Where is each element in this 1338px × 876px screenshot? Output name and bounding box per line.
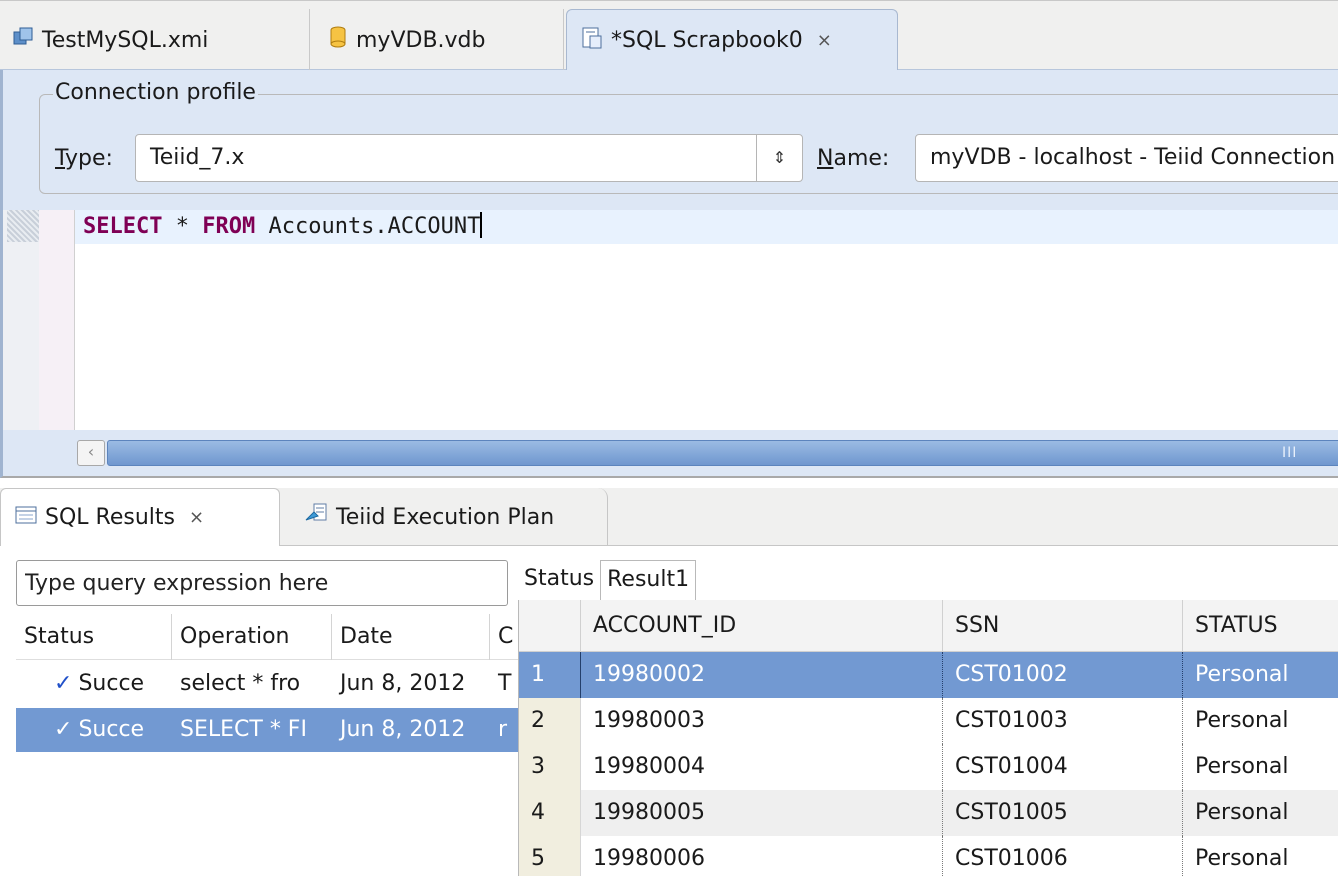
execution-plan-icon xyxy=(304,502,328,532)
column-header-status[interactable]: STATUS xyxy=(1183,600,1338,652)
tab-result1[interactable]: Result1 xyxy=(600,560,697,600)
sql-star: * xyxy=(175,214,189,239)
editor-horizontal-scrollbar[interactable]: ‹ III xyxy=(0,430,1338,478)
sql-editor[interactable]: SELECT * FROM Accounts.ACCOUNT xyxy=(0,210,1338,430)
ruler-marker xyxy=(7,210,39,242)
sql-keyword-select: SELECT xyxy=(83,214,163,239)
history-row-selected[interactable]: ✓ Succe SELECT * FI Jun 8, 2012 r xyxy=(16,708,518,752)
row-number: 5 xyxy=(519,836,581,876)
row-number: 4 xyxy=(519,790,581,836)
tab-label: *SQL Scrapbook0 xyxy=(611,28,803,53)
scroll-left-icon[interactable]: ‹ xyxy=(77,440,105,466)
tab-myvdb-vdb[interactable]: myVDB.vdb xyxy=(310,9,564,71)
history-date-cell: Jun 8, 2012 xyxy=(340,671,466,696)
tab-label: SQL Results xyxy=(45,505,175,530)
column-header-account-id[interactable]: ACCOUNT_ID xyxy=(581,600,943,652)
result-row[interactable]: 3 19980004 CST01004 Personal xyxy=(519,744,1338,790)
result-grid-header: ACCOUNT_ID SSN STATUS xyxy=(519,600,1338,652)
column-header-ssn[interactable]: SSN xyxy=(943,600,1183,652)
history-operation-cell: select * fro xyxy=(180,671,301,696)
column-header-date[interactable]: Date xyxy=(332,614,490,660)
type-select[interactable]: Teiid_7.x ⇕ xyxy=(135,134,803,182)
check-icon: ✓ xyxy=(54,671,73,696)
scrollbar-thumb[interactable]: III xyxy=(107,440,1338,466)
column-header-status[interactable]: Status xyxy=(16,614,172,660)
result-row[interactable]: 5 19980006 CST01006 Personal xyxy=(519,836,1338,876)
tab-label: Teiid Execution Plan xyxy=(336,504,555,530)
tab-status[interactable]: Status xyxy=(518,560,600,600)
result-tabs: Status Result1 xyxy=(518,560,697,600)
database-icon xyxy=(328,25,348,55)
model-icon xyxy=(12,26,34,54)
execution-history-pane: Status Operation Date C ✓Succe select * … xyxy=(0,546,518,876)
row-number: 2 xyxy=(519,698,581,744)
cell-ssn: CST01003 xyxy=(943,698,1183,744)
text-caret xyxy=(480,212,483,238)
close-icon[interactable]: ⨯ xyxy=(817,30,832,51)
result-row[interactable]: 4 19980005 CST01005 Personal xyxy=(519,790,1338,836)
history-table-header: Status Operation Date C xyxy=(16,614,518,660)
results-view-tab-bar: SQL Results ⨯ Teiid Execution Plan xyxy=(0,488,1338,546)
result-grid: ACCOUNT_ID SSN STATUS 1 19980002 CST0100… xyxy=(518,600,1338,876)
column-header-operation[interactable]: Operation xyxy=(172,614,332,660)
editor-tab-bar: TestMySQL.xmi myVDB.vdb *SQL Scrapbook0 … xyxy=(0,0,1338,71)
cell-ssn: CST01002 xyxy=(943,652,1183,698)
query-filter-input[interactable] xyxy=(16,560,508,606)
row-number: 3 xyxy=(519,744,581,790)
cell-ssn: CST01006 xyxy=(943,836,1183,876)
cell-status: Personal xyxy=(1195,754,1289,779)
type-value: Teiid_7.x xyxy=(150,145,245,170)
cell-status: Personal xyxy=(1195,846,1289,871)
cell-account-id: 19980005 xyxy=(581,790,943,836)
tab-label: myVDB.vdb xyxy=(356,27,486,53)
name-label: Name: xyxy=(817,146,890,171)
cell-ssn: CST01004 xyxy=(943,744,1183,790)
tab-label: TestMySQL.xmi xyxy=(42,27,209,53)
column-header-partial[interactable]: C xyxy=(490,614,518,660)
tab-sql-scrapbook[interactable]: *SQL Scrapbook0 ⨯ xyxy=(566,9,898,71)
type-label: Type: xyxy=(55,146,113,171)
result-row[interactable]: 2 19980003 CST01003 Personal xyxy=(519,698,1338,744)
history-status-cell: ✓ Succe xyxy=(54,671,145,696)
scrollbar-grip: III xyxy=(1282,445,1298,461)
cell-status: Personal xyxy=(1195,800,1289,825)
history-status-cell: ✓ Succe xyxy=(54,717,145,742)
cell-account-id: 19980003 xyxy=(581,698,943,744)
cell-account-id: 19980004 xyxy=(581,744,943,790)
history-row[interactable]: ✓ Succe select * fro Jun 8, 2012 T xyxy=(16,662,518,706)
connection-profile-area: Connection profile Type: Teiid_7.x ⇕ Nam… xyxy=(0,70,1338,210)
cell-account-id: 19980006 xyxy=(581,836,943,876)
cell-ssn: CST01005 xyxy=(943,790,1183,836)
tab-testmysql-xmi[interactable]: TestMySQL.xmi xyxy=(0,9,310,71)
cell-status: Personal xyxy=(1195,708,1289,733)
close-icon[interactable]: ⨯ xyxy=(189,507,204,528)
sql-table-name: Accounts.ACCOUNT xyxy=(268,214,481,239)
cell-account-id: 19980002 xyxy=(581,652,943,698)
scrapbook-icon xyxy=(581,26,603,56)
row-number: 1 xyxy=(519,652,581,698)
check-icon: ✓ xyxy=(54,717,73,742)
name-select[interactable]: myVDB - localhost - Teiid Connection xyxy=(915,134,1338,182)
results-icon xyxy=(15,505,37,531)
connection-profile-legend: Connection profile xyxy=(53,80,258,105)
sql-keyword-from: FROM xyxy=(202,214,256,239)
spinner-arrows-icon[interactable]: ⇕ xyxy=(756,135,802,181)
result-pane: Status Result1 ACCOUNT_ID SSN STATUS 1 1… xyxy=(518,546,1338,876)
tab-sql-results[interactable]: SQL Results ⨯ xyxy=(0,488,280,546)
history-extra-cell: T xyxy=(498,671,512,696)
annotation-column xyxy=(39,210,75,430)
history-operation-cell: SELECT * FI xyxy=(180,717,307,742)
name-value: myVDB - localhost - Teiid Connection xyxy=(930,145,1336,170)
cell-status: Personal xyxy=(1195,662,1289,687)
row-number-header xyxy=(519,600,581,652)
result-row-selected[interactable]: 1 19980002 CST01002 Personal xyxy=(519,652,1338,698)
history-extra-cell: r xyxy=(498,717,508,742)
history-date-cell: Jun 8, 2012 xyxy=(340,717,466,742)
tab-teiid-execution-plan[interactable]: Teiid Execution Plan xyxy=(290,488,608,546)
sql-code-line[interactable]: SELECT * FROM Accounts.ACCOUNT xyxy=(83,212,483,239)
overview-ruler xyxy=(3,210,39,430)
